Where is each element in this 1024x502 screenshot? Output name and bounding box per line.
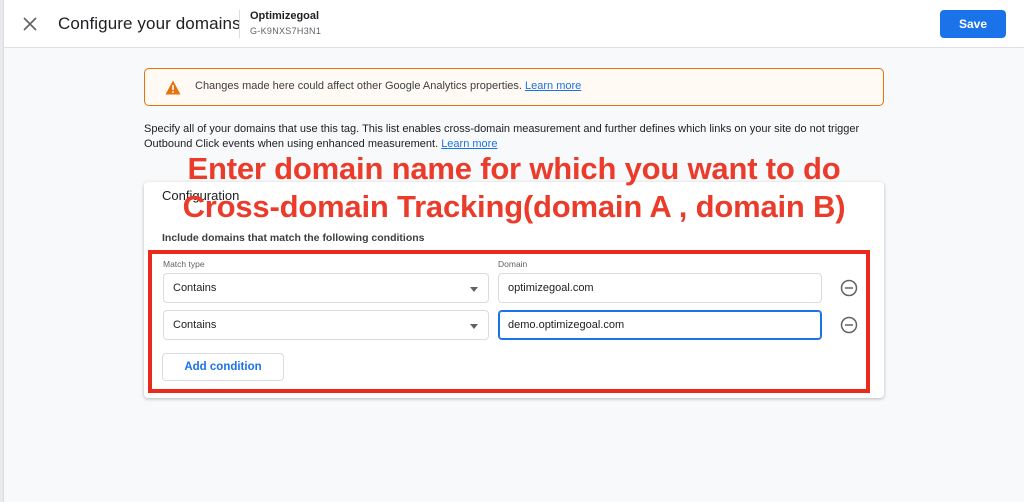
- description-body: Specify all of your domains that use thi…: [144, 123, 860, 150]
- close-icon: [23, 17, 37, 31]
- configure-domains-panel: Configure your domains Optimizegoal G-K9…: [4, 0, 1024, 502]
- save-button[interactable]: Save: [940, 10, 1006, 38]
- warning-text: Changes made here could affect other Goo…: [195, 80, 522, 92]
- description-text: Specify all of your domains that use thi…: [144, 122, 904, 152]
- page-title: Configure your domains: [58, 14, 241, 33]
- close-button[interactable]: [18, 12, 42, 36]
- annotation-overlay: Enter domain name for which you want to …: [119, 150, 909, 226]
- annotation-highlight-box: [148, 250, 870, 393]
- panel-header: Configure your domains Optimizegoal G-K9…: [4, 0, 1024, 48]
- warning-learn-more-link[interactable]: Learn more: [525, 80, 581, 92]
- description-learn-more-link[interactable]: Learn more: [441, 138, 497, 150]
- configuration-subtitle: Include domains that match the following…: [162, 232, 425, 244]
- annotation-line-1: Enter domain name for which you want to …: [187, 151, 841, 186]
- property-id: G-K9NXS7H3N1: [250, 26, 322, 36]
- header-divider: [239, 10, 240, 38]
- annotation-line-2: Cross-domain Tracking(domain A , domain …: [182, 189, 846, 224]
- warning-banner: Changes made here could affect other Goo…: [144, 68, 884, 106]
- property-name: Optimizegoal: [250, 10, 320, 22]
- warning-message: Changes made here could affect other Goo…: [195, 80, 581, 92]
- warning-icon: [165, 80, 181, 95]
